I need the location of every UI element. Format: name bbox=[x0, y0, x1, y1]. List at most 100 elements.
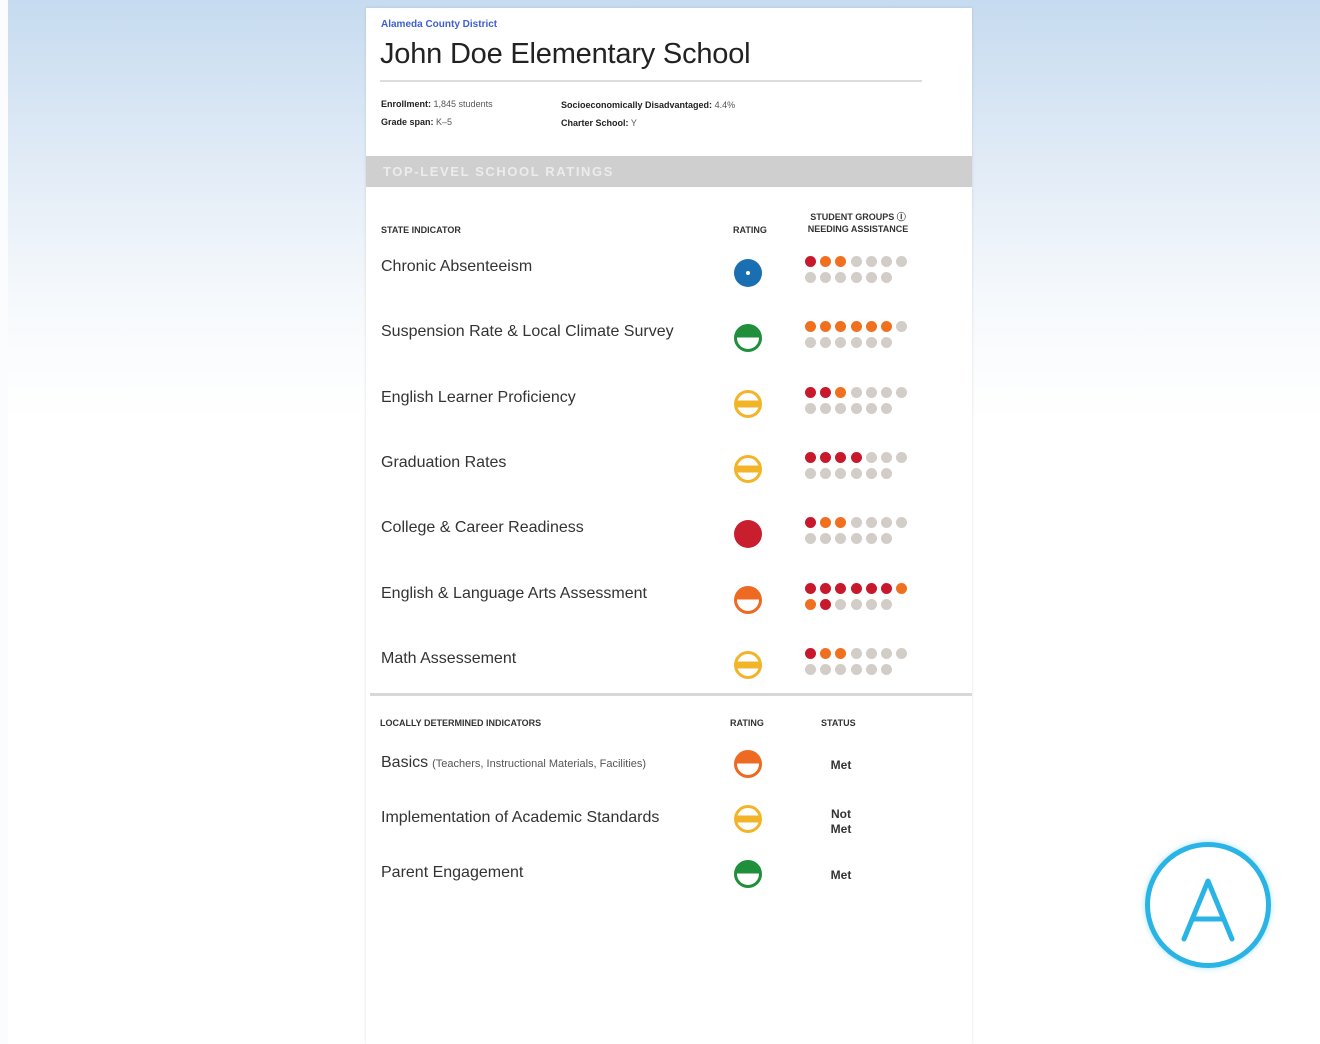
state-indicator-label[interactable]: Suspension Rate & Local Climate Survey bbox=[381, 323, 674, 341]
student-group-dot bbox=[896, 321, 908, 333]
rating-header: RATING bbox=[733, 225, 767, 235]
student-group-dot bbox=[850, 663, 862, 675]
local-indicator-title: Parent Engagement bbox=[381, 864, 524, 881]
student-group-dot bbox=[820, 663, 832, 675]
student-group-dot bbox=[881, 451, 892, 463]
yellow-rating-icon bbox=[734, 454, 762, 483]
student-group-dot bbox=[881, 598, 892, 610]
status-line: Met bbox=[830, 868, 852, 882]
student-group-dot bbox=[865, 598, 877, 610]
student-group-dot bbox=[896, 386, 908, 398]
student-group-dot bbox=[820, 321, 832, 333]
student-group-dot bbox=[835, 402, 847, 414]
state-indicator-label[interactable]: Math Assessement bbox=[381, 650, 516, 668]
orange-rating-icon bbox=[734, 750, 762, 778]
student-group-dot bbox=[805, 582, 816, 594]
title-divider bbox=[380, 80, 922, 82]
local-indicator-label[interactable]: Implementation of Academic Standards bbox=[381, 809, 659, 827]
status-line: Met bbox=[830, 758, 852, 772]
student-group-dot bbox=[820, 647, 832, 659]
district-name[interactable]: Alameda County District bbox=[381, 19, 497, 30]
student-group-dot bbox=[865, 256, 877, 267]
local-indicator-label[interactable]: Parent Engagement bbox=[381, 864, 523, 882]
student-group-dot bbox=[805, 272, 816, 283]
state-indicator-label[interactable]: English & Language Arts Assessment bbox=[381, 585, 647, 603]
student-group-dot bbox=[805, 386, 816, 398]
state-indicator-label[interactable]: College & Career Readiness bbox=[381, 519, 584, 537]
enrollment-value: 1,845 students bbox=[433, 99, 493, 109]
student-group-dot bbox=[805, 256, 816, 267]
yellow-rating-icon bbox=[734, 805, 762, 833]
student-group-dot bbox=[835, 451, 847, 463]
ratings-banner-title: TOP-LEVEL SCHOOL RATINGS bbox=[383, 164, 615, 179]
blue-rating-icon bbox=[734, 259, 762, 287]
student-group-dot bbox=[835, 517, 847, 529]
student-group-dot bbox=[881, 517, 892, 529]
student-group-dot bbox=[896, 451, 908, 463]
student-group-dot bbox=[881, 402, 892, 414]
student-group-dot bbox=[835, 663, 847, 675]
status-value: Not Met bbox=[811, 807, 871, 837]
ses-label: Socioeconomically Disadvantaged: bbox=[561, 100, 713, 110]
status-line: Not bbox=[831, 807, 851, 821]
school-title: John Doe Elementary School bbox=[380, 38, 751, 70]
ses-info: Socioeconomically Disadvantaged: 4.4% bbox=[561, 100, 735, 110]
student-group-dot bbox=[805, 467, 816, 479]
student-group-dot bbox=[865, 467, 877, 479]
student-group-dot bbox=[850, 533, 862, 545]
local-indicator-title: Implementation of Academic Standards bbox=[381, 809, 660, 826]
charter-label: Charter School: bbox=[561, 118, 629, 128]
charter-value: Y bbox=[630, 118, 637, 128]
student-group-dot bbox=[835, 272, 847, 283]
state-indicator-label[interactable]: English Learner Proficiency bbox=[381, 389, 576, 407]
student-groups-header-line1[interactable]: STUDENT GROUPS ⓘ bbox=[788, 211, 928, 223]
student-group-dot bbox=[820, 272, 832, 283]
student-group-dot bbox=[835, 647, 847, 659]
student-group-dot bbox=[835, 256, 847, 267]
student-group-dot bbox=[850, 337, 862, 349]
student-group-dot bbox=[896, 517, 908, 529]
student-group-dot bbox=[820, 386, 832, 398]
student-group-dot bbox=[850, 467, 862, 479]
red-rating-icon bbox=[734, 520, 762, 549]
status-header: STATUS bbox=[821, 718, 856, 728]
background-edge bbox=[0, 0, 8, 1044]
state-indicator-label[interactable]: Chronic Absenteeism bbox=[381, 258, 532, 276]
student-group-dot bbox=[835, 386, 847, 398]
student-group-dot bbox=[805, 663, 816, 675]
student-group-dot bbox=[865, 321, 877, 333]
student-group-dot bbox=[881, 386, 892, 398]
student-group-dot bbox=[865, 402, 877, 414]
student-groups-header: STUDENT GROUPS ⓘ NEEDING ASSISTANCE bbox=[788, 211, 928, 235]
letter-a-logo-icon bbox=[1145, 842, 1271, 968]
enrollment-info: Enrollment: 1,845 students bbox=[381, 99, 493, 109]
student-group-dot bbox=[850, 517, 862, 529]
student-group-dot bbox=[850, 321, 862, 333]
status-value: Met bbox=[811, 758, 871, 773]
student-group-dot bbox=[896, 647, 908, 659]
enrollment-label: Enrollment: bbox=[381, 99, 432, 109]
student-group-dot bbox=[850, 386, 862, 398]
status-value: Met bbox=[811, 868, 871, 883]
state-indicator-label[interactable]: Graduation Rates bbox=[381, 454, 506, 472]
student-group-dot bbox=[805, 598, 816, 610]
local-indicator-label[interactable]: Basics (Teachers, Instructional Materials… bbox=[381, 754, 646, 772]
student-group-dot bbox=[865, 647, 877, 659]
grade-span-value: K–5 bbox=[436, 117, 453, 127]
local-indicator-title: Basics bbox=[381, 754, 429, 771]
student-group-dot bbox=[805, 321, 816, 333]
student-group-dot bbox=[820, 582, 832, 594]
student-group-dot bbox=[805, 402, 816, 414]
student-group-dot bbox=[865, 386, 877, 398]
student-group-dot bbox=[865, 337, 877, 349]
student-group-dot bbox=[820, 598, 832, 610]
student-group-dot bbox=[805, 533, 816, 545]
student-group-dot bbox=[835, 337, 847, 349]
student-groups-header-line2: NEEDING ASSISTANCE bbox=[807, 224, 909, 234]
student-group-dot bbox=[865, 272, 877, 283]
student-group-dot bbox=[881, 647, 892, 659]
student-group-dot bbox=[805, 451, 816, 463]
student-group-dot bbox=[881, 321, 892, 333]
student-group-dot bbox=[881, 582, 892, 594]
student-group-dot bbox=[850, 451, 862, 463]
